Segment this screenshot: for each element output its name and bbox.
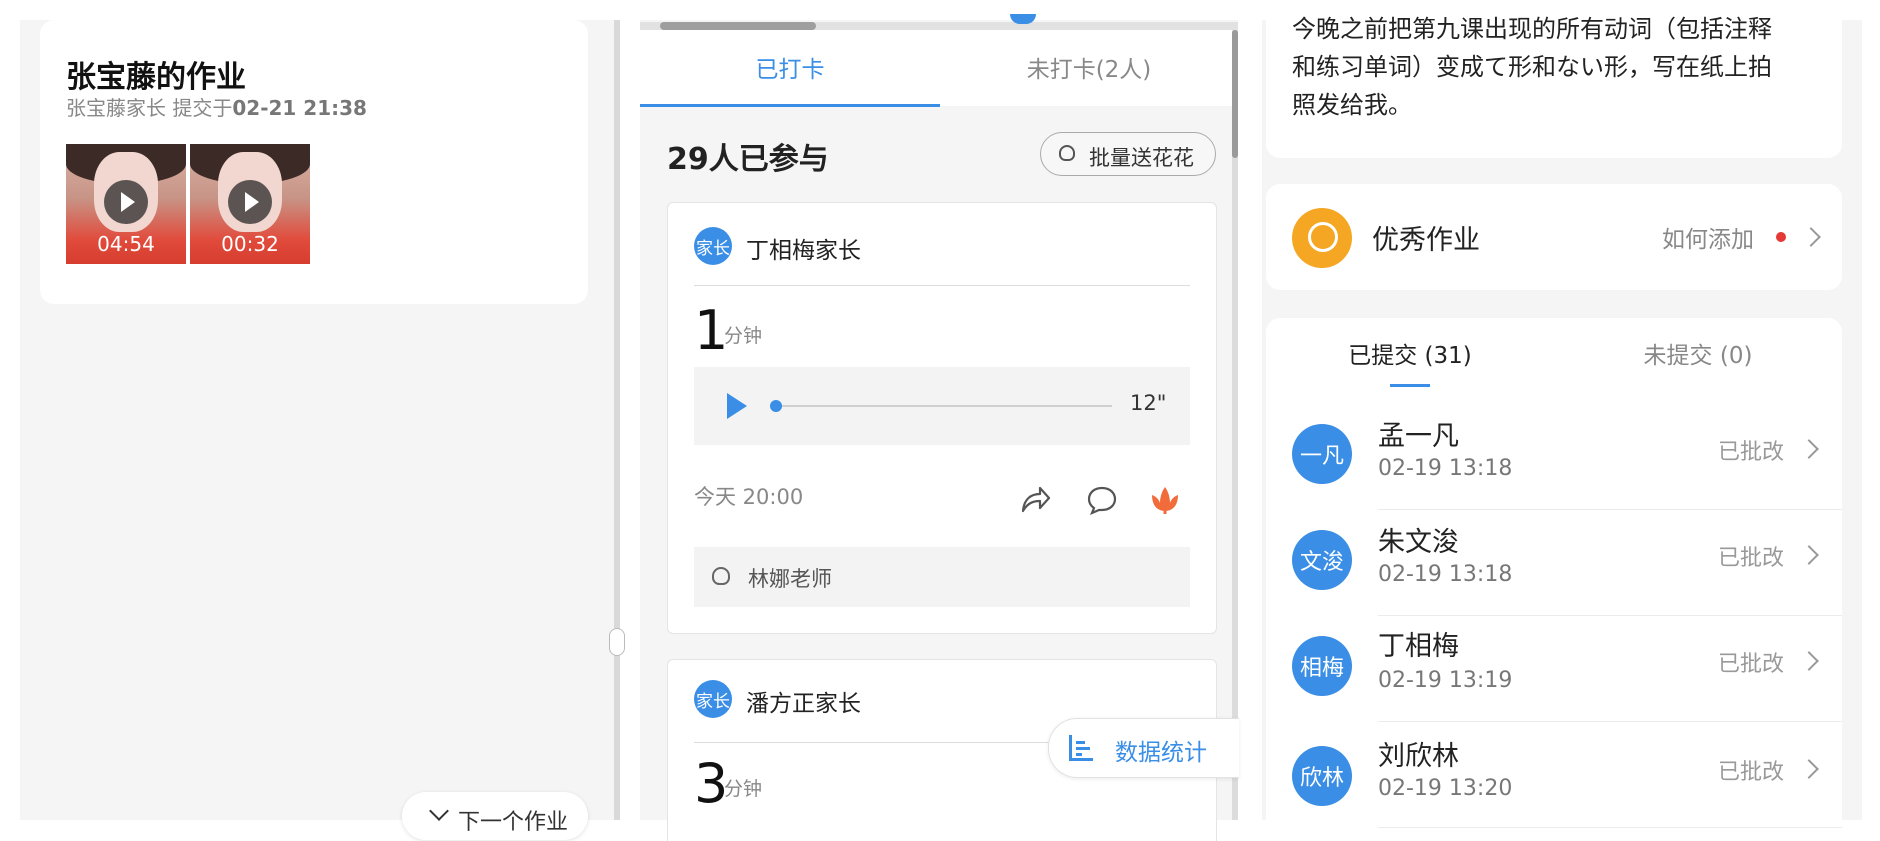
divider [1378,827,1842,828]
duration-unit: 分钟 [724,778,763,800]
divider [694,285,1190,286]
comment-icon[interactable] [1086,485,1118,515]
submission-time: 02-19 13:18 [1378,456,1513,481]
checkin-tabs: 已打卡 未打卡(2人) [640,30,1238,107]
submitter-label: 张宝藤家长 提交于 [66,96,233,120]
submission-row[interactable]: 一凡 孟一凡 02-19 13:18 已批改 [1266,404,1842,510]
student-name: 丁相梅 [1378,631,1459,662]
video-duration: 04:54 [97,232,155,256]
bar-chart-icon [1069,735,1093,761]
audio-progress-track[interactable] [776,405,1112,407]
next-homework-button[interactable]: 下一个作业 [402,792,588,840]
flower-giver-bar: 林娜老师 [694,547,1190,607]
chevron-right-icon [1799,651,1819,671]
tab-checked-in[interactable]: 已打卡 [640,50,940,84]
vertical-scrollbar[interactable] [1232,30,1238,820]
notification-dot [1776,232,1786,242]
grading-status: 已批改 [1718,440,1785,465]
parent-badge-avatar: 家长 [694,227,732,265]
excellent-homework-label: 优秀作业 [1372,225,1480,256]
student-avatar: 欣林 [1292,746,1352,806]
divider [694,742,1074,743]
tab-active-underline [640,104,940,107]
video-duration: 00:32 [221,232,279,256]
student-avatar: 文浚 [1292,530,1352,590]
chevron-right-icon [1801,227,1821,247]
submission-row[interactable]: 欣林 刘欣林 02-19 13:20 已批改 [1266,722,1842,828]
duration-unit: 分钟 [724,325,763,347]
student-name: 刘欣林 [1378,741,1459,772]
entry-parent-name: 丁相梅家长 [746,238,861,264]
excellent-homework-row[interactable]: 优秀作业 如何添加 [1266,184,1842,290]
flower-giver-name: 林娜老师 [748,567,832,591]
submissions-card: 已提交 (31) 未提交 (0) 一凡 孟一凡 02-19 13:18 已批改 … [1266,318,1842,840]
panel-divider [614,20,620,820]
flower-icon[interactable] [1148,483,1182,515]
parent-badge-avatar: 家长 [694,680,732,718]
video-thumbnail-1[interactable]: 04:54 [66,144,186,264]
checkin-entry-card: 家长 丁相梅家长 1 分钟 12" 今天 20:00 林娜老师 [667,202,1217,634]
batch-send-flowers-button[interactable]: 批量送花花 [1040,132,1216,176]
video-thumbnail-2[interactable]: 00:32 [190,144,310,264]
tab-submitted[interactable]: 已提交 (31) [1266,336,1554,370]
homework-card: 张宝藤的作业 张宝藤家长 提交于02-21 21:38 04:54 00:32 [40,20,588,304]
audio-length: 12" [1130,391,1167,415]
chevron-right-icon [1799,759,1819,779]
student-avatar: 相梅 [1292,636,1352,696]
medal-icon [1292,208,1352,268]
chevron-right-icon [1799,545,1819,565]
participants-count: 29人已参与 [667,142,829,177]
share-icon[interactable] [1018,483,1052,515]
play-icon [104,180,148,224]
grading-status: 已批改 [1718,546,1785,571]
homework-title: 张宝藤的作业 [66,60,246,95]
tab-not-checked-in[interactable]: 未打卡(2人) [940,50,1238,84]
play-icon[interactable] [727,393,747,419]
chevron-down-icon [429,801,449,821]
submit-time: 02-21 21:38 [232,96,367,120]
entry-time: 今天 20:00 [694,485,804,509]
tab-not-submitted[interactable]: 未提交 (0) [1554,336,1842,370]
tab-active-underline [1390,384,1430,387]
submission-time: 02-19 13:20 [1378,776,1513,801]
assignment-description-card: 今晚之前把第九课出现的所有动词（包括注释和练习单词）变成て形和ない形，写在纸上拍… [1266,0,1842,158]
play-icon [228,180,272,224]
audio-player[interactable]: 12" [694,367,1190,445]
flower-outline-icon [1059,145,1075,161]
entry-parent-name: 潘方正家长 [746,691,861,717]
submission-time: 02-19 13:19 [1378,668,1513,693]
assignment-description: 今晚之前把第九课出现的所有动词（包括注释和练习单词）变成て形和ない形，写在纸上拍… [1292,15,1772,119]
student-avatar: 一凡 [1292,424,1352,484]
grading-status: 已批改 [1718,760,1785,785]
submission-row[interactable]: 相梅 丁相梅 02-19 13:19 已批改 [1266,616,1842,722]
audio-progress-knob[interactable] [770,400,782,412]
student-name: 朱文浚 [1378,527,1459,558]
submission-row[interactable]: 文浚 朱文浚 02-19 13:18 已批改 [1266,510,1842,616]
data-statistics-button[interactable]: 数据统计 [1048,718,1239,778]
chevron-right-icon [1799,439,1819,459]
horizontal-scrollbar[interactable] [640,22,1238,30]
resize-handle-icon[interactable] [609,628,625,656]
how-to-add-link[interactable]: 如何添加 [1662,220,1754,254]
grading-status: 已批改 [1718,652,1785,677]
homework-subtitle: 张宝藤家长 提交于02-21 21:38 [66,92,367,121]
student-name: 孟一凡 [1378,421,1459,452]
flower-outline-icon [712,567,730,585]
submission-time: 02-19 13:18 [1378,562,1513,587]
